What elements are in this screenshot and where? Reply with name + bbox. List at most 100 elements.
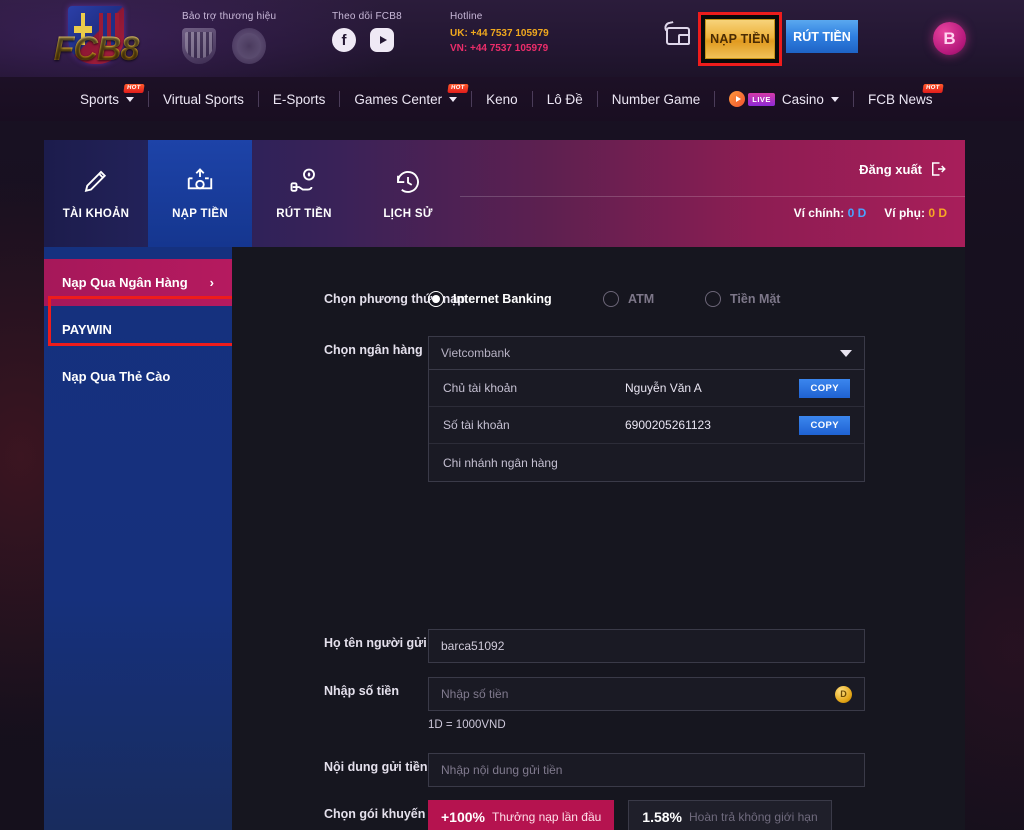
copy-account-holder-button[interactable]: COPY <box>799 378 850 398</box>
logout-button[interactable]: Đăng xuất <box>859 160 947 178</box>
tab-label: LỊCH SỬ <box>383 208 433 220</box>
table-row: Chi nhánh ngân hàng <box>429 444 864 481</box>
nav-item-fcb-news[interactable]: FCB News HOT <box>854 83 947 107</box>
sender-input-value: barca51092 <box>441 639 505 653</box>
radio-label: Tiền Mặt <box>730 292 781 306</box>
promo-option-first-deposit[interactable]: +100% Thưởng nạp lần đầu <box>428 800 615 830</box>
wallet-main-value: 0 D <box>847 206 867 220</box>
note-label: Nội dung gửi tiền <box>324 760 428 774</box>
pencil-icon <box>84 170 107 193</box>
rate-hint: 1D = 1000VND <box>428 719 506 731</box>
method-radio-group: Internet Banking ATM Tiền Mặt <box>428 285 865 313</box>
promo-amount: 1.58% <box>642 809 682 825</box>
nav-label: Keno <box>486 91 518 107</box>
isle-of-man-seal-icon <box>232 28 266 64</box>
form-row-promo: Chọn gói khuyến mãi +100% Thưởng nạp lần… <box>232 800 965 830</box>
tab-lich-su[interactable]: LỊCH SỬ <box>356 140 460 247</box>
sidebar-item-paywin[interactable]: PAYWIN <box>44 306 232 353</box>
avatar[interactable]: B <box>933 22 966 55</box>
info-key: Chi nhánh ngân hàng <box>443 455 558 470</box>
info-key: Số tài khoản <box>443 418 510 432</box>
panel-account-summary: Đăng xuất Ví chính: 0 D Ví phụ: 0 D <box>460 140 965 247</box>
promo-label: Chọn gói khuyến mãi <box>324 807 451 821</box>
logout-icon <box>932 162 946 176</box>
radio-tien-mat[interactable]: Tiền Mặt <box>705 291 780 307</box>
withdraw-button[interactable]: RÚT TIỀN <box>786 20 858 53</box>
tab-label: TÀI KHOẢN <box>62 208 130 220</box>
note-placeholder: Nhập nội dung gửi tiền <box>441 763 563 777</box>
deposit-icon <box>187 168 213 190</box>
tab-rut-tien[interactable]: RÚT TIỀN <box>252 140 356 247</box>
promo-option-unlimited-rebate[interactable]: 1.58% Hoàn trả không giới hạn <box>628 800 832 830</box>
nav-item-number-game[interactable]: Number Game <box>598 92 715 107</box>
wallet-summary: Ví chính: 0 D Ví phụ: 0 D <box>794 206 947 220</box>
withdraw-hand-icon <box>290 168 315 192</box>
account-panel: TÀI KHOẢN NẠP TIỀN RÚT TIỀN LỊCH SỬ Đăng… <box>44 140 965 830</box>
account-tabstrip: TÀI KHOẢN NẠP TIỀN RÚT TIỀN LỊCH SỬ Đăng… <box>44 140 965 247</box>
info-value: 6900205261123 <box>625 418 711 432</box>
facebook-icon[interactable]: f <box>332 28 356 52</box>
nav-item-virtual-sports[interactable]: Virtual Sports <box>149 92 258 107</box>
wallet-icon[interactable] <box>663 21 694 48</box>
sidebar-item-label: Nạp Qua Ngân Hàng <box>62 275 188 290</box>
info-value: Nguyễn Văn A <box>625 381 702 395</box>
nav-item-sports[interactable]: Sports HOT <box>66 83 148 107</box>
sidebar-item-nap-qua-ngan-hang[interactable]: Nạp Qua Ngân Hàng › <box>44 259 232 306</box>
nav-item-keno[interactable]: Keno <box>472 92 532 107</box>
barcelona-crest-icon <box>182 28 216 64</box>
bank-select-value: Vietcombank <box>441 346 511 360</box>
nav-item-games-center[interactable]: Games Center HOT <box>340 83 471 107</box>
sponsor-label: Bảo trợ thương hiệu <box>182 11 277 22</box>
bank-select[interactable]: Vietcombank <box>428 336 865 370</box>
form-row-note: Nội dung gửi tiền Nhập nội dung gửi tiền <box>232 753 965 787</box>
nav-label: Games Center <box>354 91 443 107</box>
live-casino-icon: LIVE <box>729 91 775 107</box>
copy-account-number-button[interactable]: COPY <box>799 415 850 435</box>
nav-item-lo-de[interactable]: Lô Đề <box>533 92 597 107</box>
bank-label: Chọn ngân hàng <box>324 343 423 357</box>
sidebar-item-label: Nạp Qua Thẻ Cào <box>62 369 171 384</box>
site-logo[interactable]: FCB8 <box>36 4 156 74</box>
wallet-main-label: Ví chính: <box>793 206 845 220</box>
nav-item-e-sports[interactable]: E-Sports <box>259 92 340 107</box>
nav-label: Sports <box>80 91 120 107</box>
sender-input[interactable]: barca51092 <box>428 629 865 663</box>
nav-item-casino[interactable]: LIVE Casino <box>715 91 853 107</box>
radio-dot-icon <box>428 291 444 307</box>
nav-label: Number Game <box>611 91 701 107</box>
deposit-button[interactable]: NẠP TIỀN <box>705 19 775 59</box>
sponsor-section: Bảo trợ thương hiệu <box>182 11 276 64</box>
main-navigation: Sports HOT Virtual Sports E-Sports Games… <box>0 77 1024 121</box>
bank-info-table: Chủ tài khoản Nguyễn Văn A COPY Số tài k… <box>428 370 865 482</box>
chevron-right-icon: › <box>209 275 214 290</box>
radio-label: Internet Banking <box>453 292 552 306</box>
tab-nap-tien[interactable]: NẠP TIỀN <box>148 140 252 247</box>
deposit-sidebar: Nạp Qua Ngân Hàng › PAYWIN Nạp Qua Thẻ C… <box>44 247 232 830</box>
sidebar-item-label: PAYWIN <box>62 322 112 337</box>
nav-label: FCB News <box>867 91 933 107</box>
wallet-sub-label: Ví phụ: <box>884 206 925 220</box>
amount-label: Nhập số tiền <box>324 684 400 698</box>
radio-atm[interactable]: ATM <box>603 291 705 307</box>
tab-label: RÚT TIỀN <box>276 208 332 220</box>
youtube-icon[interactable] <box>370 28 394 52</box>
hotline-section: Hotline UK: +44 7537 105979 VN: +44 7537… <box>450 11 549 54</box>
sidebar-item-nap-qua-the-cao[interactable]: Nạp Qua Thẻ Cào <box>44 353 232 400</box>
note-input[interactable]: Nhập nội dung gửi tiền <box>428 753 865 787</box>
promo-text: Hoàn trả không giới hạn <box>689 810 818 824</box>
hot-badge-icon: HOT <box>922 83 944 93</box>
panel-divider <box>460 196 965 197</box>
radio-internet-banking[interactable]: Internet Banking <box>428 291 603 307</box>
amount-input[interactable]: Nhập số tiền D <box>428 677 865 711</box>
nav-label: Lô Đề <box>546 91 583 107</box>
chevron-down-icon <box>126 96 135 102</box>
radio-dot-icon <box>603 291 619 307</box>
live-tag: LIVE <box>748 92 775 106</box>
amount-placeholder: Nhập số tiền <box>441 687 509 701</box>
promo-text: Thưởng nạp lần đầu <box>491 810 602 824</box>
chevron-down-icon <box>449 96 458 102</box>
history-clock-icon <box>397 171 419 193</box>
page-root: FCB8 Bảo trợ thương hiệu Theo dõi FCB8 f… <box>0 0 1024 830</box>
sender-label: Họ tên người gửi <box>324 636 427 650</box>
tab-tai-khoan[interactable]: TÀI KHOẢN <box>44 140 148 247</box>
